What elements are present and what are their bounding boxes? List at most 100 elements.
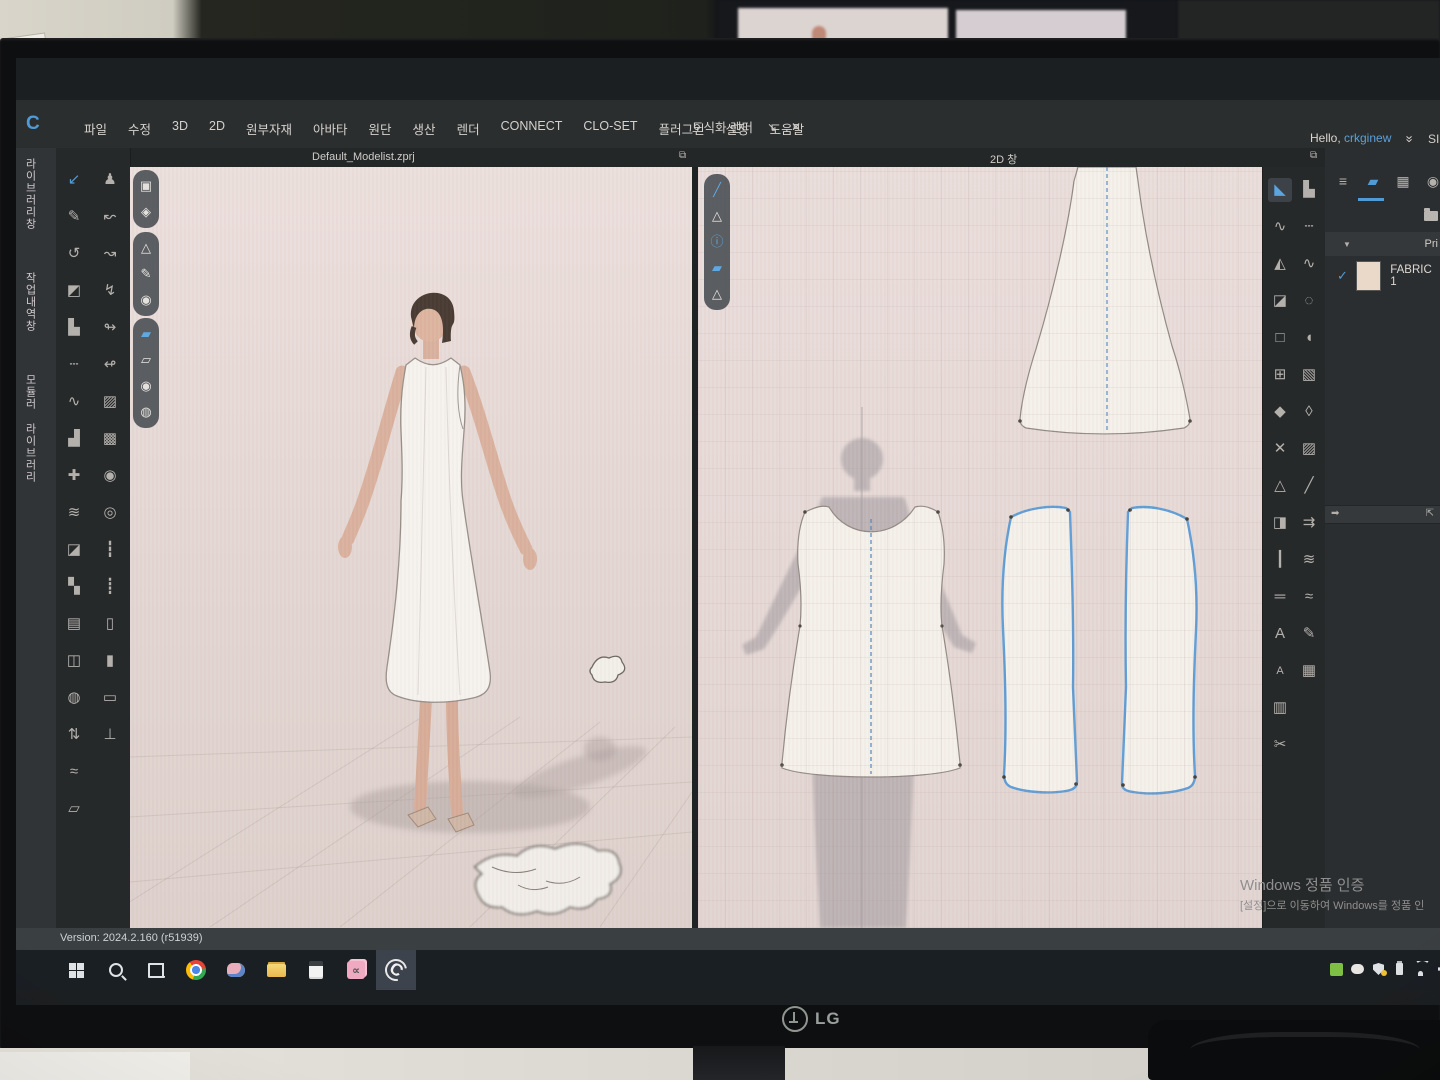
float-2d-window-icon[interactable]: ⧉: [1310, 150, 1317, 161]
pen-tool-icon[interactable]: ✎: [62, 205, 86, 229]
sewing-machine-tool-icon[interactable]: ▙: [62, 316, 86, 340]
tab-button-icon[interactable]: ◉: [1422, 170, 1440, 192]
avatar-motion-tool-icon[interactable]: ♟: [98, 168, 122, 192]
slash-line-tool-icon[interactable]: ╱: [1297, 474, 1321, 498]
task-view-icon[interactable]: [136, 950, 176, 990]
hanger-transfer-tool-icon[interactable]: ⇅: [62, 723, 86, 747]
iron-press-tool-icon[interactable]: ◖: [1297, 326, 1321, 350]
tray-volume-muted-icon[interactable]: [1433, 961, 1440, 978]
vest-tool-icon[interactable]: ▚: [62, 575, 86, 599]
pose-arm-tool-icon-c[interactable]: ↯: [98, 279, 122, 303]
calculator-icon[interactable]: [296, 950, 336, 990]
select-move-tool-icon[interactable]: ↙: [62, 168, 86, 192]
avatar-pose-tool-icon[interactable]: ◍: [62, 686, 86, 710]
pleat-tool-icon[interactable]: ▥: [1268, 696, 1292, 720]
grading-tool-icon[interactable]: ◊: [1297, 400, 1321, 424]
edit-pattern-tool-icon[interactable]: ◭: [1268, 252, 1292, 276]
render-style-icon[interactable]: ▣: [137, 177, 155, 195]
rectangle-pattern-tool-icon[interactable]: □: [1268, 326, 1292, 350]
show-texture-icon[interactable]: △: [708, 285, 726, 303]
transform-pattern-tool-icon[interactable]: ◣: [1268, 178, 1292, 202]
piping-tool-icon[interactable]: ▭: [98, 686, 122, 710]
pin-tool-icon[interactable]: ✚: [62, 464, 86, 488]
pose-arm-tool-icon-b[interactable]: ↝: [98, 242, 122, 266]
compare-length-tool-icon[interactable]: ═: [1268, 585, 1292, 609]
add-folder-icon[interactable]: [1424, 211, 1438, 221]
chrome-icon[interactable]: [176, 950, 216, 990]
check-icon[interactable]: ✓: [1337, 268, 1348, 284]
shirt-texture-tool-icon[interactable]: ▧: [1297, 363, 1321, 387]
cut-and-sew-tool-icon[interactable]: ✂: [1268, 733, 1292, 757]
cross-guide-tool-icon[interactable]: ✕: [1268, 437, 1292, 461]
menu-3d[interactable]: 3D: [172, 119, 188, 138]
layered-garment-tool-icon[interactable]: ▤: [62, 612, 86, 636]
tab-graphic-icon[interactable]: ▦: [1392, 170, 1414, 192]
menu-avatar[interactable]: 아바타: [313, 119, 348, 138]
rotate-view-tool-icon[interactable]: ↺: [62, 242, 86, 266]
button-tool-icon[interactable]: ◉: [98, 464, 122, 488]
clo-app-icon[interactable]: [376, 950, 416, 990]
hanger-tool-icon[interactable]: ⊥: [98, 723, 122, 747]
sewing-2d-tool-icon[interactable]: ▙: [1297, 178, 1321, 202]
dock-tab-history-window[interactable]: 작업내역창: [22, 272, 38, 332]
arrange-garment-tool-icon[interactable]: ◩: [62, 279, 86, 303]
menu-trims[interactable]: 원부자재: [246, 119, 292, 138]
grid-pattern-tool-icon[interactable]: ⊞: [1268, 363, 1292, 387]
measure-curve-tool-icon[interactable]: ≈: [62, 760, 86, 784]
search-icon[interactable]: [96, 950, 136, 990]
shirring-tool-icon[interactable]: ≋: [1297, 548, 1321, 572]
math-app-icon[interactable]: [336, 950, 376, 990]
placket-tool-icon[interactable]: ▯: [98, 612, 122, 636]
avatar-head-icon[interactable]: ◉: [137, 377, 155, 395]
detached-render-tab[interactable]: 도식화 렌더 ↘ ✕: [692, 117, 801, 136]
mesh-garment-tool-icon[interactable]: ▩: [98, 427, 122, 451]
text-tool-icon[interactable]: A: [1268, 622, 1292, 646]
zipper-puller-tool-icon[interactable]: ┋: [98, 575, 122, 599]
fabric-list-item[interactable]: ✓ FABRIC 1: [1325, 256, 1440, 296]
notch-tool-icon[interactable]: ┃: [1268, 548, 1292, 572]
text-style-tool-icon[interactable]: A: [1268, 659, 1292, 683]
pattern-outline-tool-icon[interactable]: ▨: [1297, 437, 1321, 461]
start-button[interactable]: [56, 950, 96, 990]
menu-2d[interactable]: 2D: [209, 119, 225, 138]
pose-arm-tool-icon-e[interactable]: ↫: [98, 353, 122, 377]
fabric-wind-tool-icon[interactable]: ≋: [62, 501, 86, 525]
fold-arrangement-tool-icon[interactable]: ◪: [62, 538, 86, 562]
dart-tool-icon[interactable]: ◆: [1268, 400, 1292, 424]
free-sewing-2d-tool-icon[interactable]: ∿: [1297, 252, 1321, 276]
edit-curvature-tool-icon[interactable]: ∿: [1268, 215, 1292, 239]
fabric-swatch[interactable]: [1356, 261, 1381, 291]
show-grid-icon[interactable]: ▱: [137, 351, 155, 369]
package-tool-icon[interactable]: ▦: [1297, 659, 1321, 683]
segment-sewing-2d-tool-icon[interactable]: ┄: [1297, 215, 1321, 239]
polygon-pattern-tool-icon[interactable]: △: [1268, 474, 1292, 498]
show-trims-icon[interactable]: ✎: [137, 265, 155, 283]
menu-production[interactable]: 생산: [413, 119, 436, 138]
textured-garment-tool-icon[interactable]: ▨: [98, 390, 122, 414]
show-environment-icon[interactable]: ◍: [137, 403, 155, 421]
show-garment-icon[interactable]: △: [137, 239, 155, 257]
fit-garment-tool-icon[interactable]: ▟: [62, 427, 86, 451]
pose-arm-tool-icon-d[interactable]: ↬: [98, 316, 122, 340]
viewport-2d[interactable]: [698, 167, 1262, 928]
dock-tab-modular-library[interactable]: 모듈러 라이브러리: [22, 374, 38, 483]
media-app-icon[interactable]: [216, 950, 256, 990]
measure-tape-tool-icon[interactable]: ▱: [62, 797, 86, 821]
pose-arm-tool-icon-a[interactable]: ↜: [98, 205, 122, 229]
pin-garment-icon[interactable]: ◈: [137, 203, 155, 221]
panel-splitter[interactable]: ➡ ⇱: [1325, 505, 1440, 524]
check-sewing-tool-icon[interactable]: ◌: [1297, 289, 1321, 313]
solidify-tool-icon[interactable]: ◫: [62, 649, 86, 673]
pattern-info-icon[interactable]: ⓘ: [708, 233, 726, 251]
spread-tool-icon[interactable]: ⇉: [1297, 511, 1321, 535]
restore-window-icon[interactable]: ↘: [767, 120, 777, 134]
tray-wifi-icon[interactable]: [1412, 961, 1429, 978]
show-2d-pattern-icon[interactable]: ▰: [137, 325, 155, 343]
file-explorer-icon[interactable]: [256, 950, 296, 990]
tray-usb-icon[interactable]: [1391, 961, 1408, 978]
tray-messenger-icon[interactable]: [1349, 961, 1366, 978]
menu-clo-set[interactable]: CLO-SET: [583, 119, 637, 138]
tray-security-shield-icon[interactable]: [1370, 961, 1387, 978]
viewport-3d[interactable]: [130, 167, 692, 928]
dock-tab-library-window[interactable]: 라이브러리창: [22, 158, 38, 230]
